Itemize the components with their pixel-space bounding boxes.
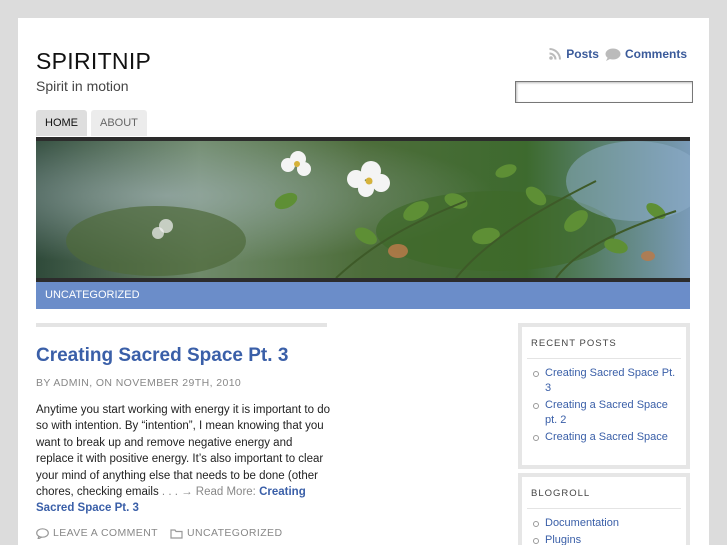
- recent-post-link[interactable]: Creating Sacred Space Pt. 3: [533, 366, 676, 396]
- comment-bubble-icon: [605, 48, 621, 61]
- read-more-prefix: . . . → Read More:: [158, 486, 260, 499]
- blogroll-link[interactable]: Documentation: [533, 516, 676, 531]
- post-category-link[interactable]: UNCATEGORIZED: [187, 527, 282, 539]
- header-banner-image: [36, 141, 690, 278]
- search-input[interactable]: [515, 81, 693, 103]
- post-title[interactable]: Creating Sacred Space Pt. 3: [36, 345, 336, 367]
- recent-post-link[interactable]: Creating a Sacred Space pt. 2: [533, 398, 676, 428]
- posts-feed-link[interactable]: Posts: [548, 47, 599, 61]
- site-title[interactable]: SPIRITNIP: [36, 48, 151, 75]
- category-bar-link[interactable]: UNCATEGORIZED: [36, 289, 140, 301]
- post-meta: BY ADMIN, ON NOVEMBER 29TH, 2010: [36, 377, 242, 389]
- comments-feed-label: Comments: [624, 47, 687, 61]
- blogroll-widget: BLOGROLL Documentation Plugins: [518, 473, 690, 545]
- blogroll-list: Documentation Plugins: [522, 516, 686, 545]
- folder-icon: [170, 528, 183, 539]
- post-excerpt-text: Anytime you start working with energy it…: [36, 404, 331, 499]
- rss-icon: [549, 48, 562, 60]
- blogroll-link[interactable]: Plugins: [533, 533, 676, 545]
- post-footer: LEAVE A COMMENT UNCATEGORIZED: [36, 527, 282, 539]
- tab-about[interactable]: ABOUT: [91, 110, 147, 136]
- post-divider: [36, 323, 327, 327]
- feed-links: Posts Comments: [548, 47, 687, 61]
- recent-post-link[interactable]: Creating a Sacred Space: [533, 430, 676, 445]
- tab-home[interactable]: HOME: [36, 110, 87, 136]
- comments-feed-link[interactable]: Comments: [605, 47, 687, 61]
- comment-icon: [36, 527, 49, 539]
- main-nav: HOME ABOUT: [36, 110, 147, 136]
- page: SPIRITNIP Spirit in motion Posts Comment…: [18, 18, 709, 545]
- flower-banner-illustration: [36, 141, 690, 278]
- post-excerpt: Anytime you start working with energy it…: [36, 402, 332, 517]
- posts-feed-label: Posts: [566, 47, 599, 61]
- site-tagline: Spirit in motion: [36, 78, 129, 94]
- blogroll-heading: BLOGROLL: [527, 477, 681, 509]
- category-bar: UNCATEGORIZED: [36, 282, 690, 309]
- recent-posts-widget: RECENT POSTS Creating Sacred Space Pt. 3…: [518, 323, 690, 469]
- recent-posts-list: Creating Sacred Space Pt. 3 Creating a S…: [522, 366, 686, 453]
- leave-comment-link[interactable]: LEAVE A COMMENT: [53, 527, 158, 539]
- recent-posts-heading: RECENT POSTS: [527, 327, 681, 359]
